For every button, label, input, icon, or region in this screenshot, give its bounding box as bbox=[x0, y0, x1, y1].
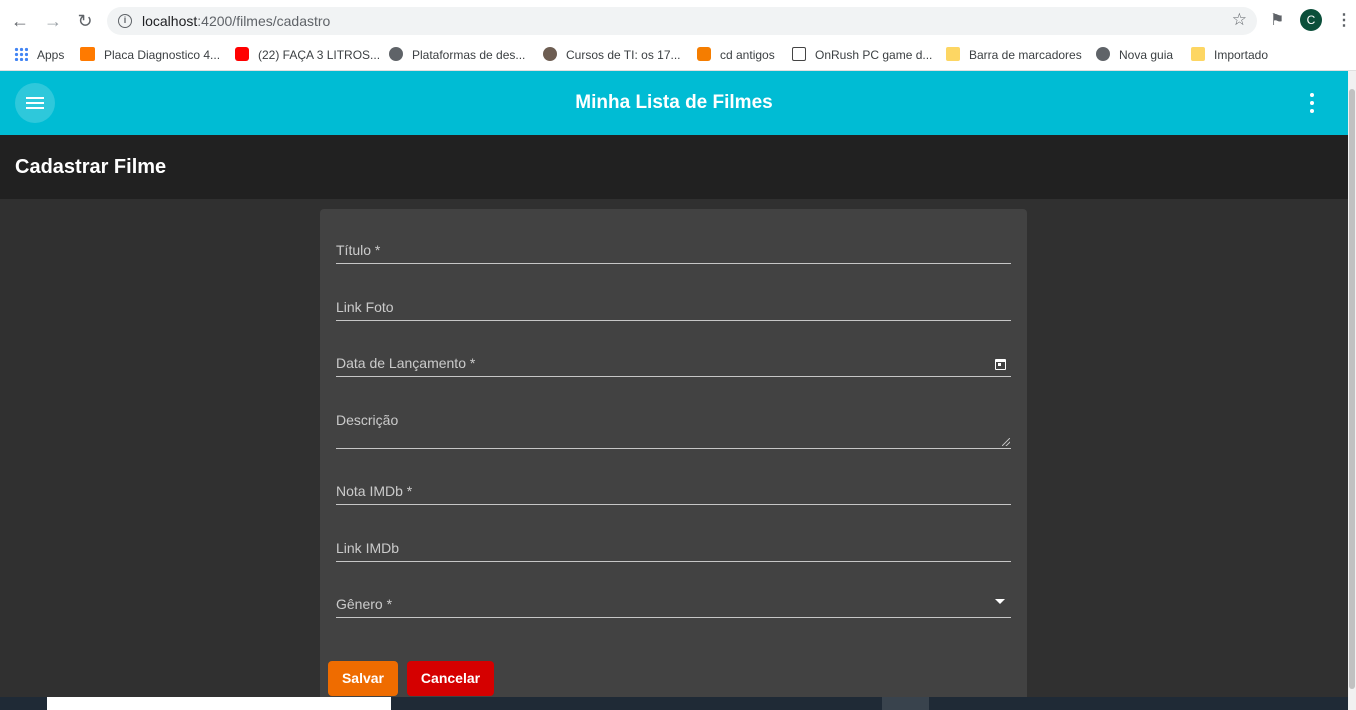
descricao-label: Descrição bbox=[336, 412, 399, 428]
bookmark-placa[interactable]: Placa Diagnostico 4... bbox=[80, 45, 220, 65]
bookmark-label: Cursos de TI: os 17... bbox=[566, 48, 681, 62]
bookmarks-bar: Apps Placa Diagnostico 4... (22) FAÇA 3 … bbox=[0, 40, 1356, 71]
taskbar-search-box[interactable] bbox=[47, 697, 391, 710]
app-title: Minha Lista de Filmes bbox=[575, 92, 773, 113]
bookmark-nova-guia[interactable]: Nova guia bbox=[1096, 45, 1173, 65]
save-button[interactable]: Salvar bbox=[328, 661, 398, 696]
data-lancamento-field[interactable]: Data de Lançamento * bbox=[336, 352, 1011, 377]
bookmark-barra[interactable]: Barra de marcadores bbox=[946, 45, 1082, 65]
dropdown-arrow-icon[interactable] bbox=[995, 599, 1005, 604]
globe-icon bbox=[389, 47, 403, 61]
cancel-button[interactable]: Cancelar bbox=[407, 661, 494, 696]
bookmark-label: cd antigos bbox=[720, 48, 775, 62]
bookmark-onrush[interactable]: OnRush PC game d... bbox=[792, 45, 932, 65]
bookmark-cursos[interactable]: Cursos de TI: os 17... bbox=[543, 45, 681, 65]
bookmark-youtube[interactable]: (22) FAÇA 3 LITROS... bbox=[235, 45, 380, 65]
scrollbar-thumb[interactable] bbox=[1349, 89, 1355, 689]
url-host: localhost bbox=[142, 13, 198, 29]
blogger-icon bbox=[697, 47, 711, 61]
link-imdb-field[interactable]: Link IMDb bbox=[336, 537, 1011, 562]
person-avatar-icon bbox=[543, 47, 557, 61]
descricao-field[interactable]: Descrição bbox=[336, 409, 1011, 449]
bookmark-label: Plataformas de des... bbox=[412, 48, 526, 62]
bookmark-label: Barra de marcadores bbox=[969, 48, 1082, 62]
extensions-puzzle-icon[interactable]: ⚑ bbox=[1270, 10, 1284, 30]
page-title: Cadastrar Filme bbox=[15, 156, 167, 178]
bookmark-label: Apps bbox=[37, 48, 65, 62]
titulo-label: Título * bbox=[336, 242, 381, 258]
more-vert-icon[interactable] bbox=[1302, 91, 1322, 115]
genero-select[interactable]: Gênero * bbox=[336, 593, 1011, 618]
page-scrollbar[interactable] bbox=[1348, 71, 1356, 710]
form-card: Título * Link Foto Data de Lançamento * … bbox=[320, 209, 1027, 710]
url-text: localhost:4200/filmes/cadastro bbox=[142, 13, 330, 29]
monitor-icon bbox=[792, 47, 806, 61]
bookmark-label: Nova guia bbox=[1119, 48, 1174, 62]
folder-icon bbox=[1191, 47, 1205, 61]
os-taskbar bbox=[0, 697, 1348, 710]
forward-arrow-icon[interactable]: → bbox=[42, 10, 64, 32]
link-foto-label: Link Foto bbox=[336, 299, 394, 315]
back-arrow-icon[interactable]: ← bbox=[9, 10, 31, 32]
link-foto-field[interactable]: Link Foto bbox=[336, 296, 1011, 321]
url-path: :4200/filmes/cadastro bbox=[197, 13, 331, 29]
genero-label: Gênero * bbox=[336, 596, 393, 612]
youtube-icon bbox=[235, 47, 249, 61]
resize-handle-icon[interactable] bbox=[1002, 438, 1010, 446]
link-imdb-label: Link IMDb bbox=[336, 540, 400, 556]
bookmark-importado[interactable]: Importado bbox=[1191, 45, 1268, 65]
calendar-icon[interactable] bbox=[995, 359, 1006, 370]
bookmark-label: Importado bbox=[1214, 48, 1269, 62]
data-lancamento-label: Data de Lançamento * bbox=[336, 355, 476, 371]
reload-icon[interactable]: ↻ bbox=[74, 10, 96, 32]
titulo-field[interactable]: Título * bbox=[336, 239, 1011, 264]
browser-menu-icon[interactable]: ⋮ bbox=[1336, 10, 1352, 30]
bookmark-label: OnRush PC game d... bbox=[815, 48, 933, 62]
nota-imdb-label: Nota IMDb * bbox=[336, 483, 413, 499]
page-header: Cadastrar Filme bbox=[0, 135, 1348, 199]
olx-icon bbox=[80, 47, 95, 61]
bookmark-star-icon[interactable]: ☆ bbox=[1232, 10, 1247, 30]
taskbar-app-button[interactable] bbox=[882, 697, 929, 710]
bookmark-label: Placa Diagnostico 4... bbox=[104, 48, 221, 62]
bookmark-label: (22) FAÇA 3 LITROS... bbox=[258, 48, 381, 62]
bookmark-plataformas[interactable]: Plataformas de des... bbox=[389, 45, 525, 65]
browser-address-bar: ← → ↻ i localhost:4200/filmes/cadastro ☆… bbox=[0, 0, 1356, 40]
info-icon[interactable]: i bbox=[118, 14, 132, 28]
globe-icon bbox=[1096, 47, 1110, 61]
bookmark-apps[interactable]: Apps bbox=[14, 45, 64, 65]
nota-imdb-field[interactable]: Nota IMDb * bbox=[336, 480, 1011, 505]
url-input[interactable]: i localhost:4200/filmes/cadastro ☆ bbox=[107, 7, 1257, 35]
bookmark-cd-antigos[interactable]: cd antigos bbox=[697, 45, 775, 65]
profile-avatar[interactable]: C bbox=[1300, 9, 1322, 31]
app-toolbar: Minha Lista de Filmes bbox=[0, 71, 1348, 135]
folder-icon bbox=[946, 47, 960, 61]
apps-grid-icon bbox=[14, 47, 28, 61]
